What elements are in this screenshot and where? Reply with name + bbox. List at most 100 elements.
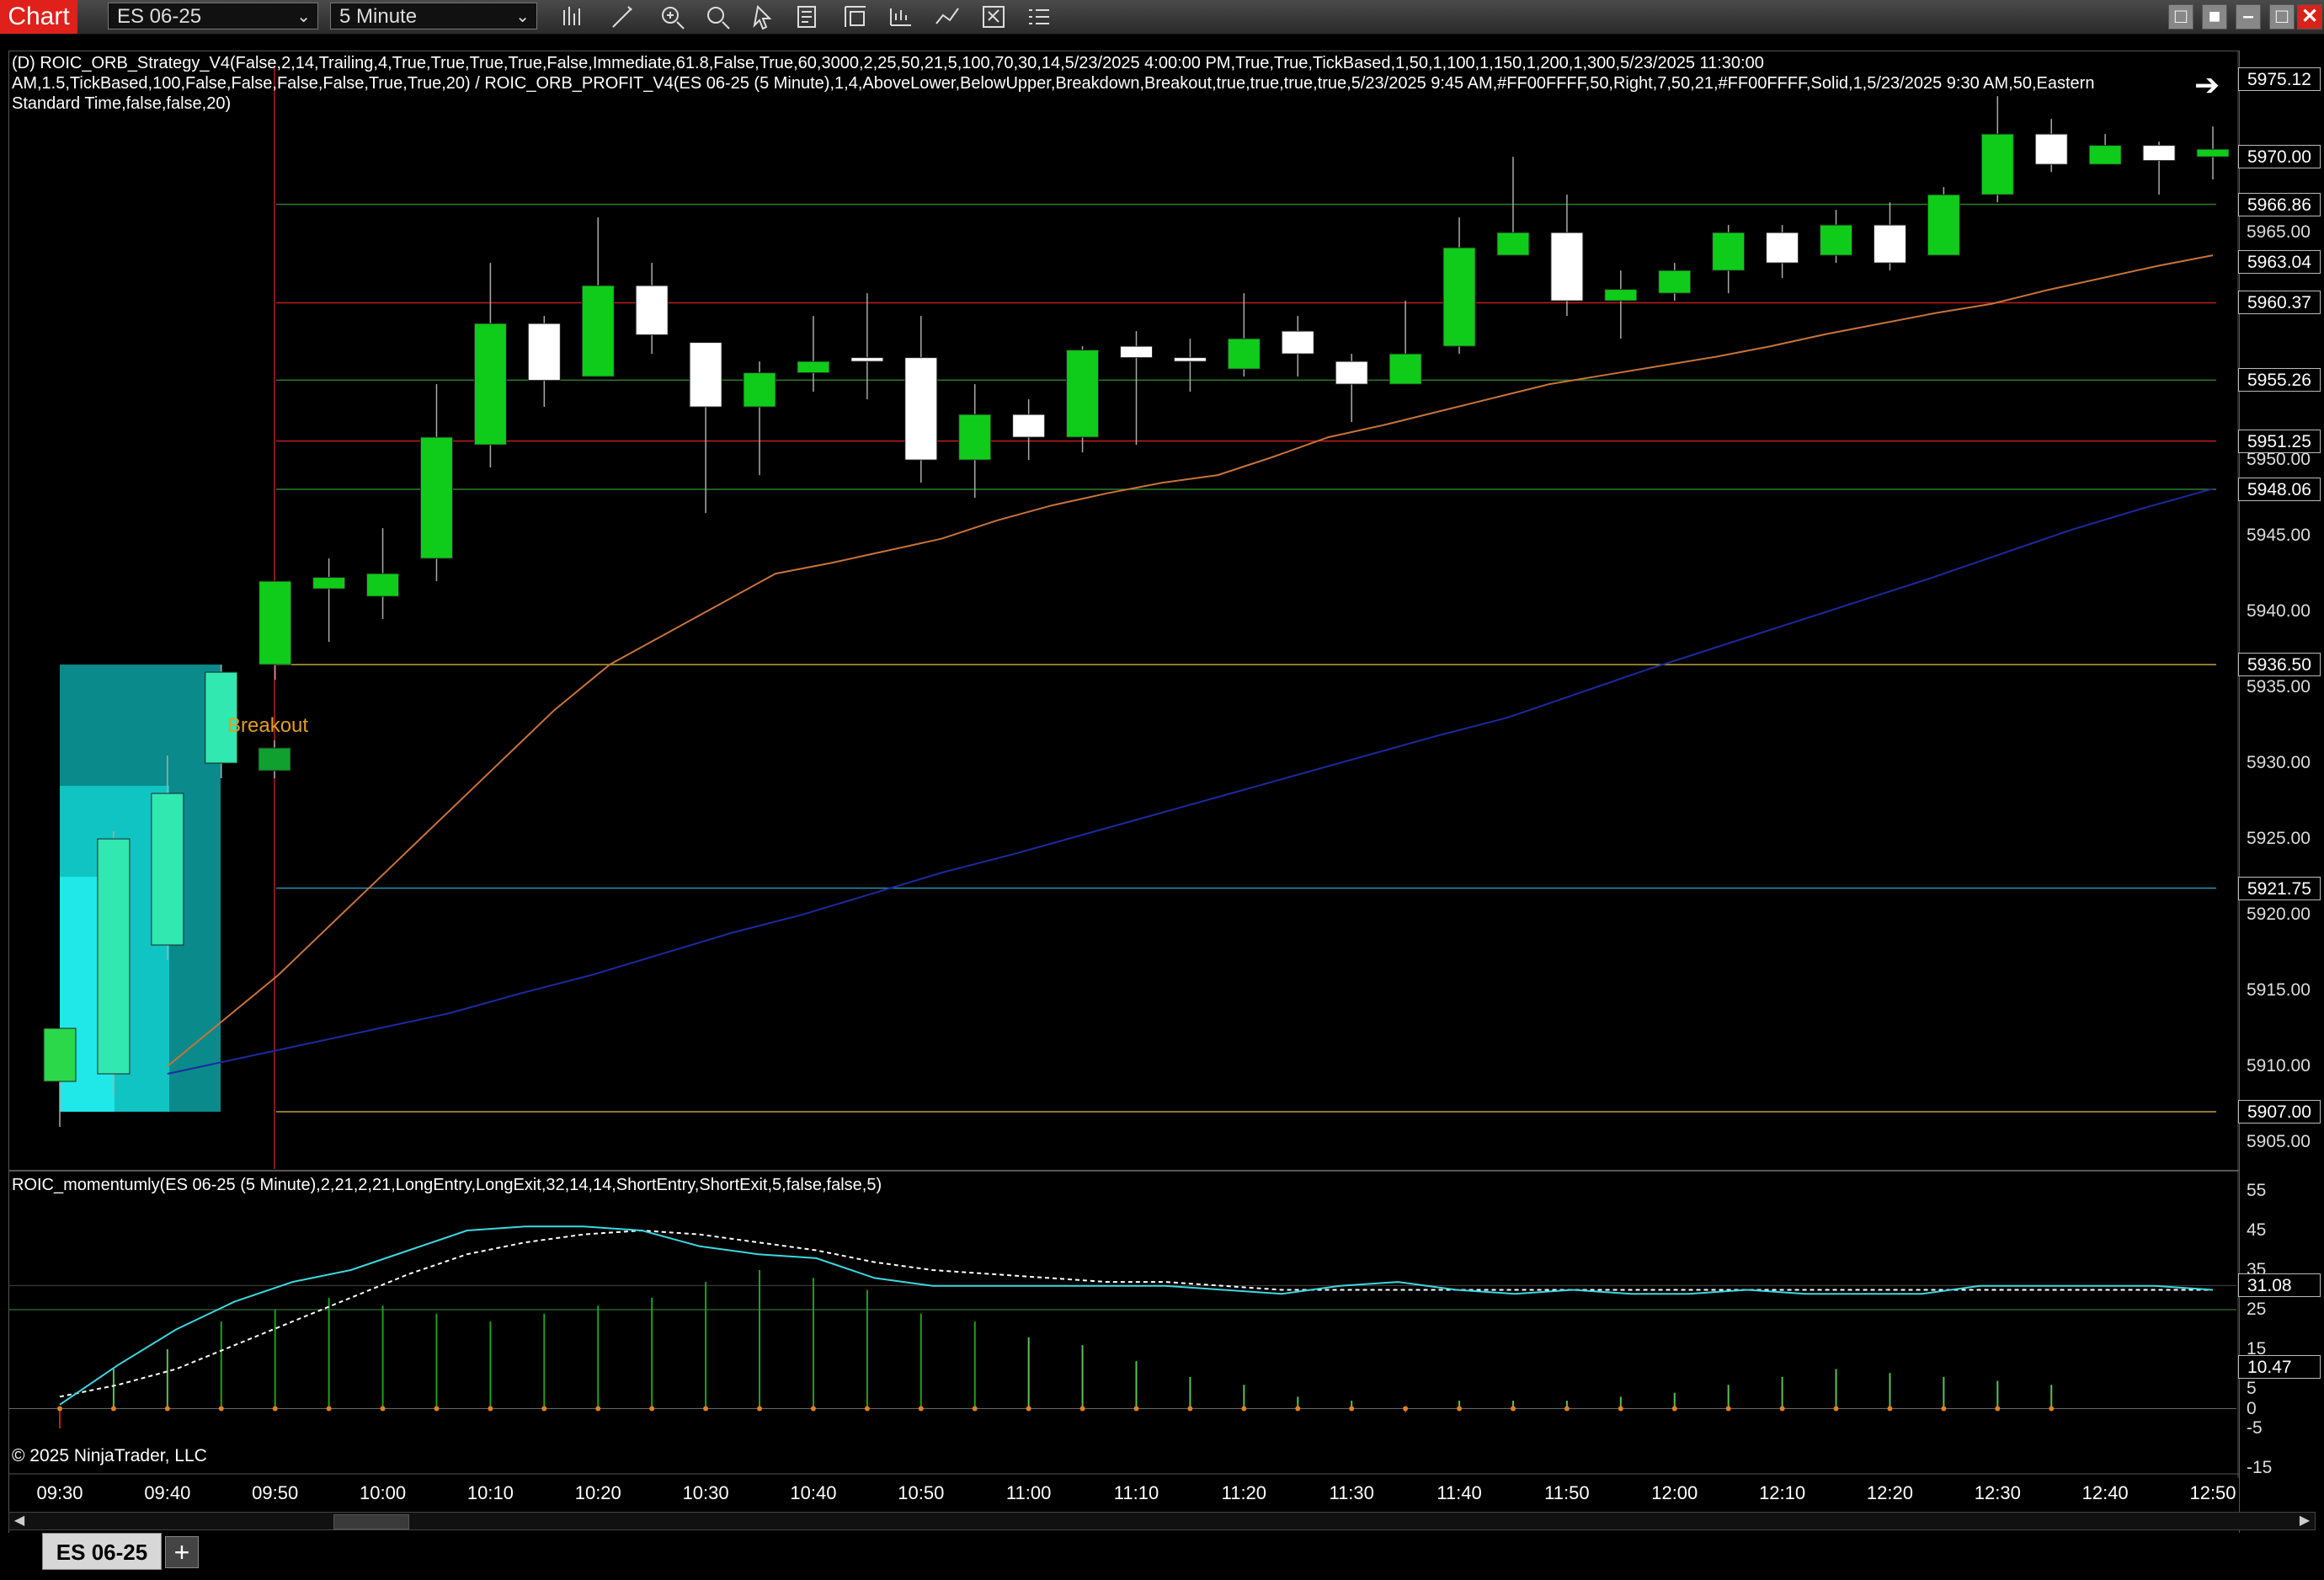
time-tick-label: 10:00 (360, 1482, 407, 1503)
strategy-label-line3: Standard Time,false,false,20) (12, 94, 232, 113)
scroll-thumb[interactable] (333, 1514, 409, 1529)
price-level-label: 5970.00 (2238, 145, 2321, 169)
mom-dot (2049, 1406, 2055, 1412)
scroll-right-icon[interactable]: ▶ (2296, 1513, 2313, 1529)
mom-dot (1564, 1406, 1570, 1412)
time-tick-label: 10:20 (574, 1482, 621, 1503)
candle (2034, 119, 2068, 173)
candle-body (2196, 148, 2230, 157)
candle (473, 263, 507, 468)
momentum-tick-label: 25 (2247, 1300, 2267, 1319)
mom-dot (1510, 1406, 1516, 1412)
candle-body (743, 372, 776, 408)
candle (1980, 96, 2014, 203)
mom-dot (380, 1406, 386, 1412)
time-tick-label: 11:30 (1329, 1482, 1374, 1503)
candle-body (1335, 360, 1368, 385)
scroll-left-icon[interactable]: ◀ (11, 1513, 28, 1529)
strategy-label-line1: (D) ROIC_ORB_Strategy_V4(False,2,14,Trai… (12, 54, 1764, 72)
candle (1066, 346, 1100, 453)
mom-dot (649, 1406, 655, 1412)
chart-canvas[interactable] (0, 0, 2324, 1580)
time-tick-label: 11:20 (1221, 1482, 1267, 1503)
candle (1766, 225, 1799, 279)
mom-dot (1995, 1406, 2001, 1412)
time-tick-label: 11:10 (1113, 1482, 1159, 1503)
price-level-label: 5907.00 (2238, 1100, 2321, 1124)
time-tick-label: 12:10 (1759, 1482, 1806, 1503)
time-tick-label: 10:40 (790, 1482, 837, 1503)
mom-dot (1295, 1406, 1301, 1412)
mom-dot (272, 1406, 278, 1412)
candle-body (1658, 270, 1692, 294)
candle-body (1927, 194, 1960, 256)
chart-scrollbar[interactable]: ◀ ▶ (8, 1512, 2316, 1530)
momentum-indicator-label: ROIC_momentumly(ES 06-25 (5 Minute),2,21… (12, 1176, 882, 1194)
mom-dot (541, 1406, 547, 1412)
arrow-right-icon[interactable]: ➔ (2194, 67, 2220, 103)
mom-dot (1779, 1406, 1785, 1412)
mom-dot (757, 1406, 763, 1412)
candle-body (1712, 232, 1746, 271)
candle-body (1281, 330, 1314, 355)
time-tick-label: 12:00 (1651, 1482, 1698, 1503)
candle (43, 1028, 77, 1128)
mom-dot (1941, 1406, 1947, 1412)
candle (1173, 339, 1207, 392)
mom-dot (1133, 1406, 1139, 1412)
candle (2088, 134, 2122, 165)
candle (1550, 195, 1584, 317)
candle (1712, 225, 1746, 294)
mom-dot (595, 1406, 601, 1412)
candle-body (1120, 345, 1153, 359)
candle-body (473, 323, 507, 446)
time-tick-label: 11:40 (1437, 1482, 1482, 1503)
candle (1012, 399, 1046, 461)
mom-dot (218, 1406, 224, 1412)
candle (904, 316, 938, 483)
candle (1335, 354, 1368, 423)
candle (527, 316, 561, 408)
momentum-tick-label: 45 (2247, 1220, 2267, 1240)
mom-dot (1026, 1406, 1031, 1412)
mom-dot (110, 1406, 116, 1412)
mom-dot (1725, 1406, 1731, 1412)
candle-body (97, 838, 131, 1075)
candle-body (1173, 357, 1207, 362)
candle-body (850, 357, 884, 362)
price-level-label: 5975.12 (2238, 67, 2321, 91)
candle (258, 740, 291, 779)
time-tick-label: 12:20 (1866, 1482, 1913, 1503)
momentum-tick-label: -5 (2247, 1418, 2263, 1438)
mom-dot (1403, 1406, 1409, 1412)
candle (1389, 301, 1422, 385)
candle (419, 384, 453, 582)
candle (1604, 270, 1638, 339)
candle-body (1442, 247, 1476, 347)
mom-dot (1833, 1406, 1839, 1412)
mom-dot (918, 1406, 924, 1412)
mom-dot (1187, 1406, 1193, 1412)
time-tick-label: 09:50 (252, 1482, 299, 1503)
add-tab-button[interactable]: + (165, 1536, 199, 1568)
time-tick-label: 12:40 (2081, 1482, 2129, 1503)
time-tick-label: 10:50 (898, 1482, 945, 1503)
candle-body (1820, 224, 1853, 256)
candle (1281, 316, 1314, 377)
candle-body (366, 573, 400, 597)
candle-body (797, 360, 830, 374)
time-tick-label: 09:40 (144, 1482, 191, 1503)
mom-dot (972, 1406, 978, 1412)
price-tick-label: 5940.00 (2247, 601, 2311, 622)
candle-body (2088, 145, 2122, 165)
mom-dot (864, 1406, 870, 1412)
mom-dot (1079, 1406, 1085, 1412)
momentum-value-label: 10.47 (2238, 1355, 2321, 1380)
candle (2142, 141, 2176, 195)
candle-body (2034, 133, 2068, 165)
candle (1927, 187, 1960, 256)
mom-dot (703, 1406, 709, 1412)
price-tick-label: 5925.00 (2247, 829, 2311, 849)
tab-es-06-25[interactable]: ES 06-25 (42, 1533, 162, 1570)
breakout-label: Breakout (227, 714, 309, 737)
